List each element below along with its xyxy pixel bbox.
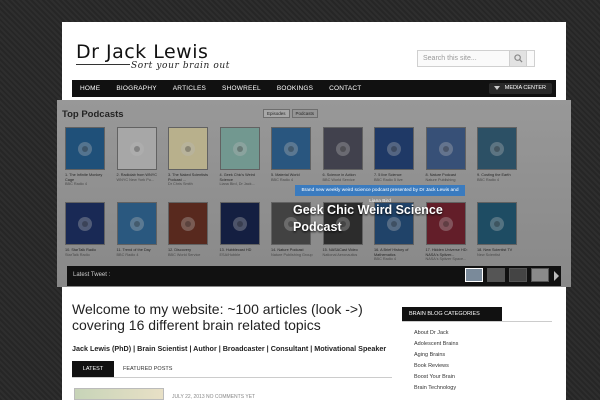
categories-heading: BRAIN BLOG CATEGORIES [402,307,502,321]
tabs-divider [72,377,392,378]
search-button[interactable] [509,50,527,67]
next-arrow-icon[interactable] [554,271,559,281]
nav-biography[interactable]: BIOGRAPHY [108,80,164,97]
promo-bar[interactable]: Brand new weekly weird science podcast p… [295,185,465,204]
slider-thumbnails [465,268,549,282]
tab-featured-posts[interactable]: FEATURED POSTS [118,361,177,377]
categories-divider [402,321,552,322]
logo-divider [76,64,130,65]
category-link[interactable]: Boost Your Brain [414,372,458,383]
promo-title[interactable]: Geek Chic Weird Science Podcast [293,202,493,236]
featured-slider[interactable]: Top Podcasts Episodes Podcasts 1. The In… [57,100,571,287]
slider-thumb[interactable] [465,268,483,282]
chevron-down-icon [493,86,500,90]
nav-home[interactable]: HOME [72,80,108,97]
category-link[interactable]: Aging Brains [414,350,458,361]
tab-latest[interactable]: LATEST [72,361,114,377]
page-container: Dr Jack Lewis Sort your brain out Search… [57,22,571,400]
post-thumbnail[interactable] [74,388,164,400]
slider-thumb[interactable] [487,268,505,282]
latest-tweet-label: Latest Tweet : [73,272,111,278]
welcome-heading: Welcome to my website: ~100 articles (lo… [72,301,363,333]
search-icon [513,54,523,63]
category-link[interactable]: About Dr Jack [414,328,458,339]
site-title[interactable]: Dr Jack Lewis [76,41,208,63]
nav-showreel[interactable]: SHOWREEL [214,80,269,97]
slider-thumb[interactable] [531,268,549,282]
post-meta: JULY 22, 2013 NO COMMENTS YET [172,394,256,400]
media-center-button[interactable]: MEDIA CENTER [488,83,552,94]
nav-bookings[interactable]: BOOKINGS [269,80,321,97]
tweet-bar: Latest Tweet : [67,266,561,286]
nav-contact[interactable]: CONTACT [321,80,369,97]
nav-articles[interactable]: ARTICLES [165,80,214,97]
categories-list: About Dr Jack Adolescent Brains Aging Br… [414,328,458,394]
credits-line: Jack Lewis (PhD) | Brain Scientist | Aut… [72,344,387,353]
main-nav: HOME BIOGRAPHY ARTICLES SHOWREEL BOOKING… [72,80,556,97]
media-center-label: MEDIA CENTER [504,85,546,91]
category-link[interactable]: Brain Technology [414,383,458,394]
slider-thumb[interactable] [509,268,527,282]
category-link[interactable]: Book Reviews [414,361,458,372]
site-tagline: Sort your brain out [131,61,231,71]
category-link[interactable]: Adolescent Brains [414,339,458,350]
